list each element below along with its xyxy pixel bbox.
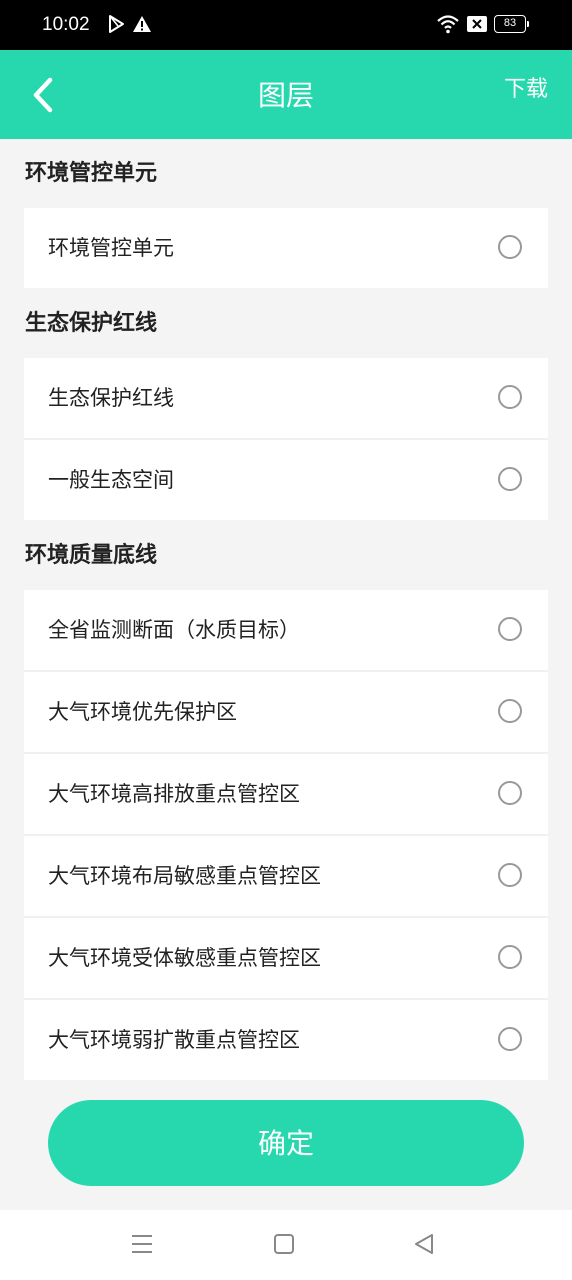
radio-button[interactable] (498, 235, 522, 259)
confirm-button[interactable]: 确定 (48, 1100, 524, 1186)
section-card: 环境管控单元 (24, 208, 548, 288)
layer-option-row[interactable]: 生态保护红线 (24, 358, 548, 440)
layer-option-label: 环境管控单元 (48, 236, 174, 260)
radio-button[interactable] (498, 1027, 522, 1051)
alert-icon (132, 14, 152, 38)
app-header: 图层 下载 (0, 50, 572, 139)
menu-icon[interactable] (130, 1232, 154, 1260)
wifi-icon (436, 13, 460, 39)
layer-option-row[interactable]: 大气环境弱扩散重点管控区 (24, 1000, 548, 1080)
radio-button[interactable] (498, 617, 522, 641)
layer-option-row[interactable]: 大气环境受体敏感重点管控区 (24, 918, 548, 1000)
radio-button[interactable] (498, 467, 522, 491)
layer-option-label: 大气环境优先保护区 (48, 700, 237, 724)
layer-option-label: 大气环境受体敏感重点管控区 (48, 946, 321, 970)
radio-button[interactable] (498, 385, 522, 409)
layer-option-row[interactable]: 环境管控单元 (24, 208, 548, 288)
page-title: 图层 (257, 79, 314, 112)
section-card: 生态保护红线 一般生态空间 (24, 358, 548, 520)
back-button[interactable] (22, 70, 68, 120)
radio-button[interactable] (498, 699, 522, 723)
layer-option-row[interactable]: 一般生态空间 (24, 440, 548, 520)
layer-option-label: 一般生态空间 (48, 468, 174, 492)
section-title: 生态保护红线 (25, 311, 158, 336)
radio-button[interactable] (498, 945, 522, 969)
layer-option-label: 大气环境布局敏感重点管控区 (48, 864, 321, 888)
back-triangle-icon[interactable] (412, 1232, 436, 1260)
layer-option-row[interactable]: 全省监测断面（水质目标） (24, 590, 548, 672)
layer-option-row[interactable]: 大气环境优先保护区 (24, 672, 548, 754)
layer-option-label: 大气环境弱扩散重点管控区 (48, 1028, 300, 1052)
section-card: 全省监测断面（水质目标） 大气环境优先保护区 大气环境高排放重点管控区 大气环境… (24, 590, 548, 1080)
chevron-left-icon (22, 77, 68, 124)
status-bar: 10:02 83 (0, 0, 572, 50)
home-square-icon[interactable] (273, 1232, 295, 1260)
layer-option-label: 全省监测断面（水质目标） (48, 618, 300, 642)
section-title: 环境管控单元 (25, 161, 158, 186)
battery-icon: 83 (494, 15, 529, 33)
layer-option-row[interactable]: 大气环境高排放重点管控区 (24, 754, 548, 836)
download-button[interactable]: 下载 (504, 72, 548, 108)
play-store-icon (106, 14, 126, 38)
system-nav-bar (0, 1210, 572, 1280)
radio-button[interactable] (498, 863, 522, 887)
sim-x-icon (467, 16, 487, 36)
radio-button[interactable] (498, 781, 522, 805)
layer-option-label: 生态保护红线 (48, 386, 174, 410)
section-title: 环境质量底线 (25, 543, 158, 568)
layer-option-row[interactable]: 大气环境布局敏感重点管控区 (24, 836, 548, 918)
status-time: 10:02 (42, 14, 90, 35)
layer-option-label: 大气环境高排放重点管控区 (48, 782, 300, 806)
